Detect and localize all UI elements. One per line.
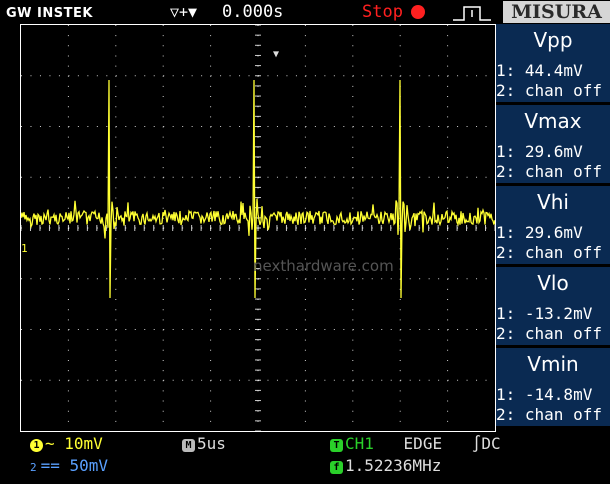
watermark: nexthardware.com — [253, 257, 394, 275]
ch1-ground-marker[interactable]: 1 — [21, 242, 28, 255]
measurement-ch2-value: 2: chan off — [496, 81, 602, 100]
frequency-value: 1.52236MHz — [345, 456, 442, 475]
frequency-badge-icon: f — [330, 461, 343, 474]
measure-menu-title[interactable]: MISURA — [503, 1, 610, 23]
measurement-name: Vmax — [524, 109, 582, 133]
measurement-ch1-value: 1: 29.6mV — [496, 142, 583, 161]
measurement-ch1-value: 1: 44.4mV — [496, 61, 583, 80]
bottom-status-bar: 1 ~ 10mV 2 == 50mV M 5us T CH1 EDGE ∫DC f 1.5… — [0, 432, 610, 484]
trigger-readout[interactable]: T CH1 EDGE ∫DC — [330, 434, 501, 454]
measurement-vmin[interactable]: Vmin 1: -14.8mV 2: chan off — [496, 348, 610, 429]
measurement-ch1-value: 1: 29.6mV — [496, 223, 583, 242]
trigger-badge-icon: T — [330, 439, 343, 452]
measurement-ch2-value: 2: chan off — [496, 405, 602, 424]
timebase-value: 5us — [197, 434, 226, 453]
trigger-source: CH1 — [345, 434, 374, 453]
measurement-panel: Vpp 1: 44.4mV 2: chan off Vmax 1: 29.6mV 2: c… — [496, 24, 610, 430]
ch1-scale-value: ~ 10mV — [45, 434, 103, 453]
stop-indicator-icon — [411, 5, 425, 19]
run-state-label[interactable]: Stop — [362, 2, 403, 22]
measurement-ch2-value: 2: chan off — [496, 324, 602, 343]
ch2-scale[interactable]: 2 == 50mV — [30, 456, 108, 478]
waveform-display[interactable]: 1 ▼ nexthardware.com — [20, 24, 496, 432]
trigger-coupling: ∫DC — [471, 434, 501, 453]
rising-edge-trigger-icon — [453, 6, 491, 21]
measurement-ch1-value: 1: -13.2mV — [496, 304, 593, 323]
ch2-badge-icon: 2 — [30, 461, 37, 474]
measurement-ch2-value: 2: chan off — [496, 162, 602, 181]
brand-logo: GW INSTEK — [6, 6, 93, 21]
horizontal-position-readout: 0.000s — [222, 2, 284, 22]
measurement-vpp[interactable]: Vpp 1: 44.4mV 2: chan off — [496, 24, 610, 105]
frequency-readout: f 1.52236MHz — [330, 456, 441, 476]
top-status-bar: GW INSTEK ▽+▼ 0.000s Stop MISURA — [0, 0, 610, 24]
ch2-scale-value: == 50mV — [40, 456, 109, 475]
measurement-ch2-value: 2: chan off — [496, 243, 602, 262]
ch1-badge-icon: 1 — [30, 439, 43, 452]
ch1-scale[interactable]: 1 ~ 10mV — [30, 434, 103, 454]
measurement-name: Vlo — [537, 271, 569, 295]
trigger-position-marker-icon[interactable]: ▼ — [273, 49, 279, 60]
timebase-badge-icon: M — [182, 439, 195, 452]
measurement-vhi[interactable]: Vhi 1: 29.6mV 2: chan off — [496, 186, 610, 267]
measurement-vlo[interactable]: Vlo 1: -13.2mV 2: chan off — [496, 267, 610, 348]
measurement-name: Vpp — [533, 28, 573, 52]
graticule — [21, 25, 495, 431]
timebase-readout[interactable]: M 5us — [182, 434, 226, 454]
measurement-name: Vhi — [537, 190, 569, 214]
trigger-type: EDGE — [403, 434, 443, 453]
measurement-name: Vmin — [527, 352, 579, 376]
measurement-ch1-value: 1: -14.8mV — [496, 385, 593, 404]
measurement-vmax[interactable]: Vmax 1: 29.6mV 2: chan off — [496, 105, 610, 186]
trigger-position-icon: ▽+▼ — [170, 3, 198, 21]
